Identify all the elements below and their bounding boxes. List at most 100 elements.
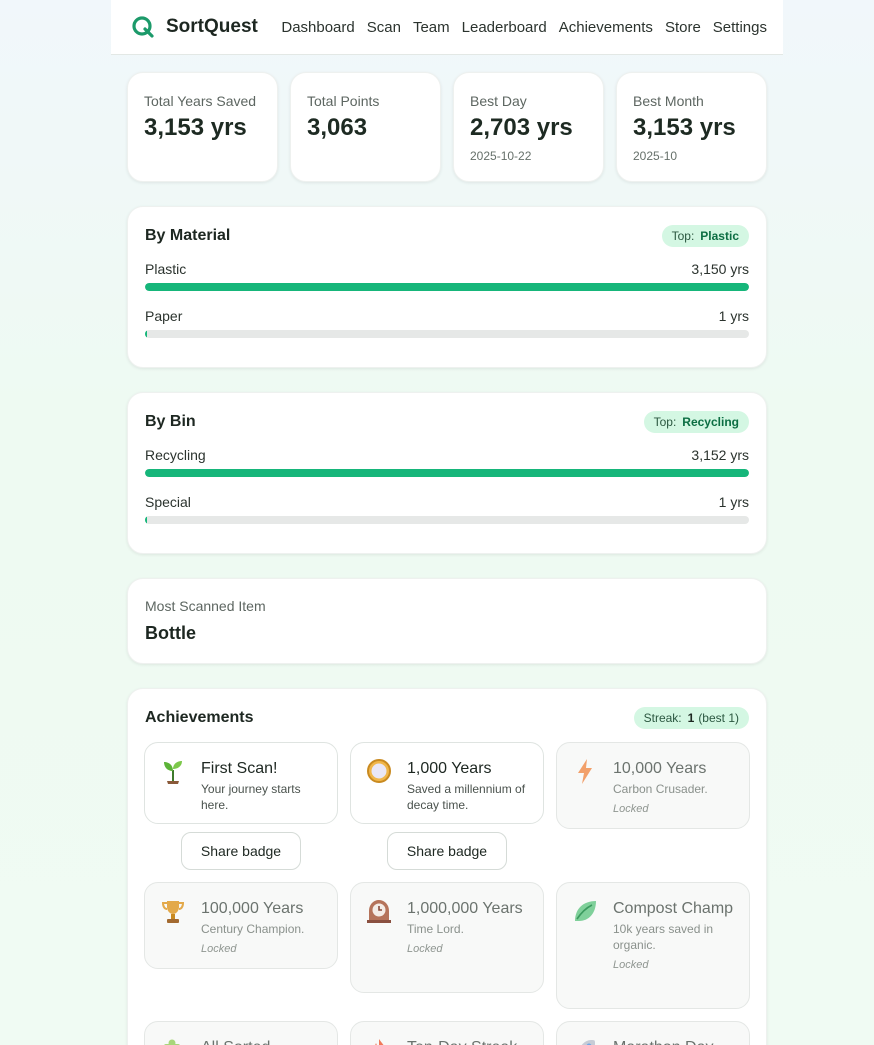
nav-menu: Dashboard Scan Team Leaderboard Achievem… (281, 19, 767, 36)
stat-label: Total Years Saved (144, 93, 257, 109)
badge-compost-champ: Compost Champ 10k years saved in organic… (556, 882, 750, 1009)
bin-row-special: Special 1 yrs (145, 494, 749, 524)
badge-desc: Carbon Crusader. (613, 782, 708, 796)
pill-value: Recycling (682, 415, 739, 429)
badge-title: 10,000 Years (613, 760, 707, 777)
streak-best: (best 1) (698, 711, 739, 725)
row-name: Plastic (145, 261, 187, 277)
badge-title: 1,000 Years (407, 760, 492, 777)
stat-card-best-month: Best Month 3,153 yrs 2025-10 (616, 72, 767, 182)
badge-title: Compost Champ (613, 900, 734, 917)
badge-title: Ten-Day Streak (407, 1036, 533, 1045)
streak-value: 1 (687, 711, 695, 725)
badge-desc: Saved a millennium of decay time. (407, 782, 526, 812)
badge-desc: Time Lord. (407, 922, 464, 936)
badge-title: All Sorted (201, 1036, 327, 1045)
logo-icon (132, 16, 154, 38)
row-value: 1 yrs (718, 494, 749, 510)
pill-value: Plastic (700, 229, 739, 243)
trophy-icon (161, 901, 185, 923)
nav-achievements[interactable]: Achievements (559, 19, 653, 36)
nav-dashboard[interactable]: Dashboard (281, 19, 354, 36)
badge-title: 100,000 Years (201, 900, 304, 917)
share-badge-button[interactable]: Share badge (387, 832, 507, 870)
streak-label: Streak: (643, 711, 682, 725)
badge-title: First Scan! (201, 760, 278, 777)
badge-title: 1,000,000 Years (407, 900, 523, 917)
most-scanned-value: Bottle (145, 623, 196, 643)
row-name: Paper (145, 308, 183, 324)
nav-settings[interactable]: Settings (713, 19, 767, 36)
share-badge-button[interactable]: Share badge (181, 832, 301, 870)
stat-value: 3,063 (307, 114, 368, 141)
progress-bar (145, 330, 749, 338)
badge-desc: 10k years saved in organic. (613, 922, 714, 952)
badge-all-sorted: All Sorted (144, 1021, 338, 1045)
progress-bar (145, 516, 749, 524)
puzzle-icon (164, 1039, 180, 1045)
stat-card-total-points: Total Points 3,063 (290, 72, 441, 182)
progress-fill (145, 283, 749, 291)
card-title: By Material (145, 227, 231, 244)
row-name: Recycling (145, 447, 206, 463)
badge-title: Marathon Day (613, 1036, 739, 1045)
card-title: By Bin (145, 413, 196, 430)
nav-team[interactable]: Team (413, 19, 450, 36)
stat-value: 3,153 yrs (633, 114, 736, 141)
leaf-icon (575, 901, 596, 921)
stat-label: Best Month (633, 93, 704, 109)
compass-icon (367, 759, 391, 783)
rocket-icon (581, 1040, 595, 1045)
progress-fill (145, 330, 147, 338)
lightning-icon (578, 759, 592, 784)
top-material-pill: Top: Plastic (661, 225, 749, 247)
badge-desc: Century Champion. (201, 922, 305, 936)
badge-ten-day-streak: Ten-Day Streak (350, 1021, 544, 1045)
material-row-paper: Paper 1 yrs (145, 308, 749, 338)
stat-label: Total Points (307, 93, 380, 109)
top-nav: SortQuest Dashboard Scan Team Leaderboar… (111, 0, 783, 55)
most-scanned-card: Most Scanned Item Bottle (127, 578, 767, 664)
row-value: 1 yrs (718, 308, 749, 324)
stat-value: 3,153 yrs (144, 114, 247, 141)
streak-pill: Streak: 1 (best 1) (633, 707, 749, 729)
by-bin-card: By Bin Top: Recycling Recycling 3,152 yr… (127, 392, 767, 554)
achievements-card: Achievements Streak: 1 (best 1) First Sc… (127, 688, 767, 1045)
stat-date: 2025-10 (633, 149, 678, 163)
stat-date: 2025-10-22 (470, 149, 532, 163)
progress-fill (145, 516, 147, 524)
locked-label: Locked (201, 943, 237, 955)
badge-marathon-day: Marathon Day (556, 1021, 750, 1045)
material-row-plastic: Plastic 3,150 yrs (145, 261, 749, 291)
clock-icon (367, 900, 391, 923)
progress-fill (145, 469, 749, 477)
stat-card-total-years: Total Years Saved 3,153 yrs (127, 72, 278, 182)
logo[interactable]: SortQuest (131, 15, 258, 39)
stat-label: Best Day (470, 93, 527, 109)
nav-leaderboard[interactable]: Leaderboard (462, 19, 547, 36)
nav-store[interactable]: Store (665, 19, 701, 36)
row-value: 3,150 yrs (691, 261, 749, 277)
pill-label: Top: (653, 415, 677, 429)
top-bin-pill: Top: Recycling (643, 411, 749, 433)
badge-100000-years: 100,000 Years Century Champion. Locked (144, 882, 338, 969)
flame-icon (375, 1039, 384, 1045)
row-value: 3,152 yrs (691, 447, 749, 463)
most-scanned-label: Most Scanned Item (145, 598, 266, 614)
badge-desc: Your journey starts here. (201, 782, 301, 812)
nav-scan[interactable]: Scan (367, 19, 401, 36)
progress-bar (145, 469, 749, 477)
locked-label: Locked (613, 959, 649, 971)
pill-label: Top: (671, 229, 695, 243)
stat-value: 2,703 yrs (470, 114, 573, 141)
badge-1000000-years: 1,000,000 Years Time Lord. Locked (350, 882, 544, 993)
by-material-card: By Material Top: Plastic Plastic 3,150 y… (127, 206, 767, 368)
locked-label: Locked (407, 943, 443, 955)
locked-label: Locked (613, 803, 649, 815)
badge-10000-years: 10,000 Years Carbon Crusader. Locked (556, 742, 750, 829)
stat-card-best-day: Best Day 2,703 yrs 2025-10-22 (453, 72, 604, 182)
seedling-icon (164, 761, 182, 784)
badge-1000-years: 1,000 Years Saved a millennium of decay … (350, 742, 544, 824)
card-title: Achievements (145, 709, 254, 726)
row-name: Special (145, 494, 191, 510)
